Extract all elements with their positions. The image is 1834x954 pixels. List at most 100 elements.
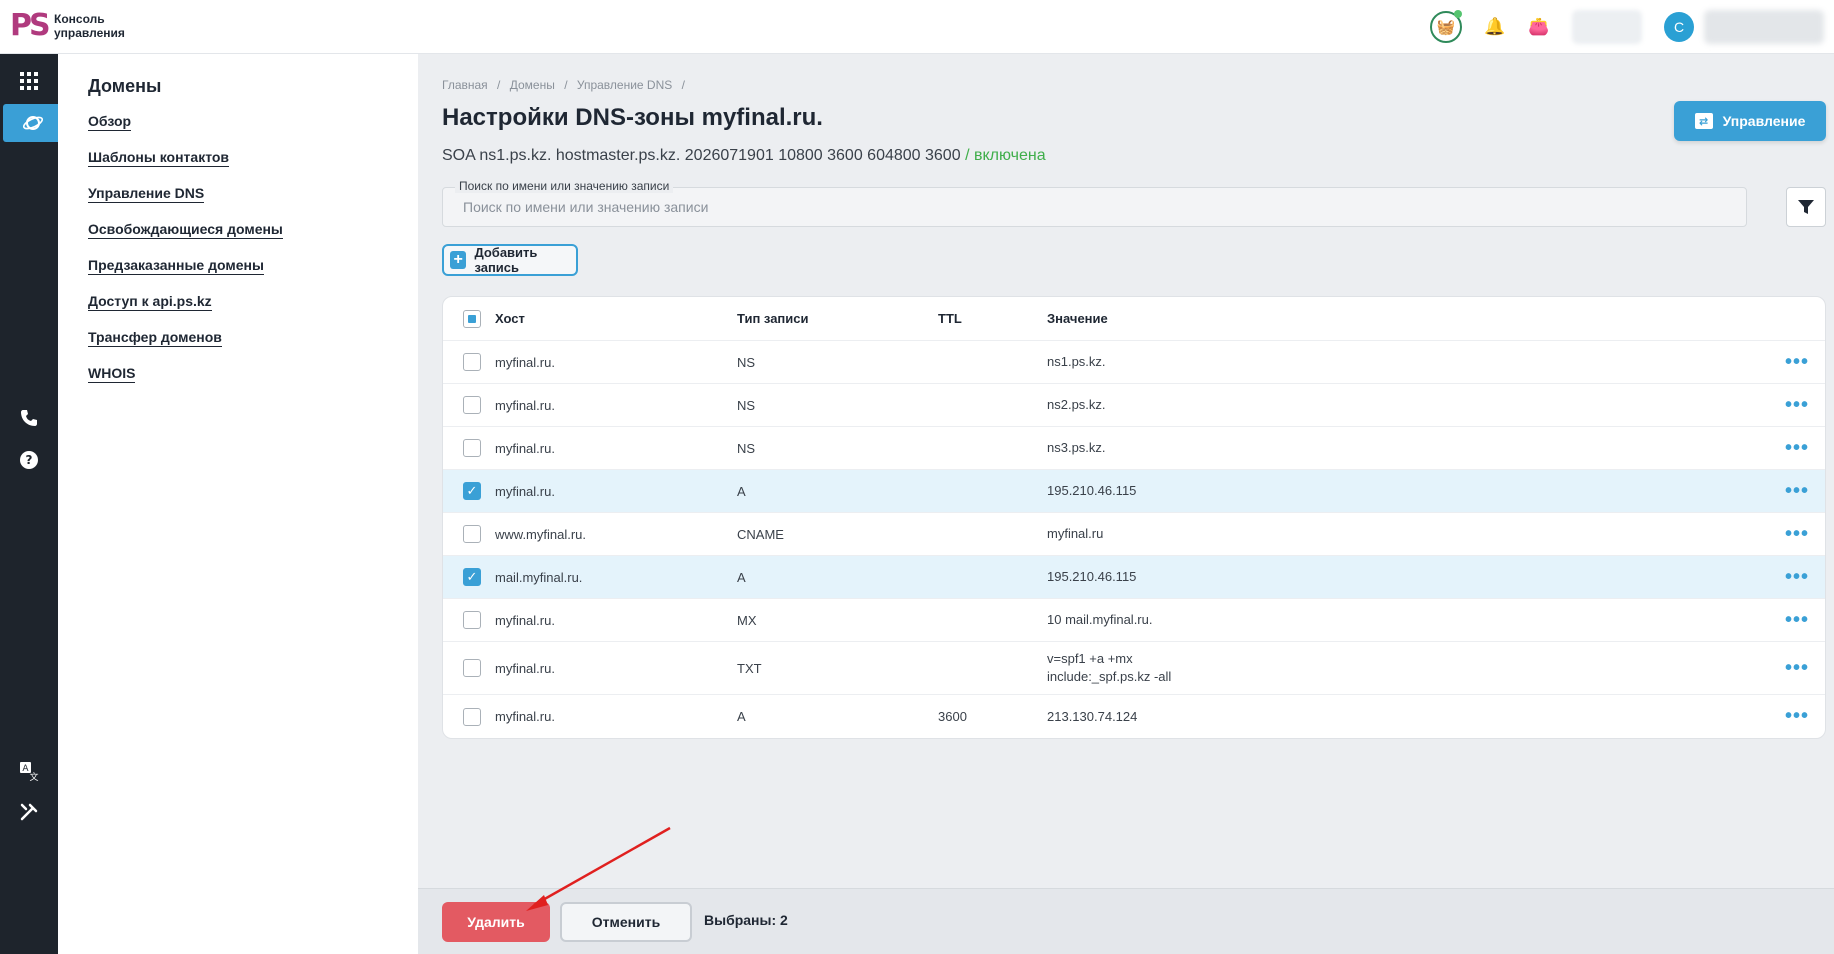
table-row[interactable]: myfinal.ru. NS ns3.ps.kz. •••: [443, 427, 1825, 470]
cell-host: myfinal.ru.: [495, 397, 555, 413]
help-icon[interactable]: ?: [0, 438, 58, 482]
sidebar-item-api-access[interactable]: Доступ к api.ps.kz: [88, 293, 212, 311]
cell-host: myfinal.ru.: [495, 709, 555, 724]
cell-type: NS: [737, 397, 756, 413]
row-checkbox[interactable]: [463, 611, 481, 629]
cell-type: A: [737, 709, 746, 724]
row-menu-icon[interactable]: •••: [1785, 341, 1809, 383]
row-checkbox[interactable]: ✓: [463, 568, 481, 586]
row-checkbox[interactable]: ✓: [463, 482, 481, 500]
selected-count: Выбраны: 2: [704, 912, 788, 928]
cell-value: myfinal.ru: [1047, 526, 1104, 541]
cancel-button[interactable]: Отменить: [560, 902, 692, 942]
breadcrumb: Главная / Домены / Управление DNS /: [442, 78, 691, 92]
sidebar-item-expiring-domains[interactable]: Освобождающиеся домены: [88, 221, 283, 239]
row-menu-icon[interactable]: •••: [1785, 695, 1809, 738]
sidebar-item-preordered-domains[interactable]: Предзаказанные домены: [88, 257, 264, 275]
table-row[interactable]: myfinal.ru. NS ns2.ps.kz. •••: [443, 384, 1825, 427]
tools-icon[interactable]: [0, 790, 58, 834]
cell-value: v=spf1 +a +mx include:_spf.ps.kz -all: [1047, 651, 1172, 684]
breadcrumb-domains[interactable]: Домены: [510, 78, 555, 92]
delete-button[interactable]: Удалить: [442, 902, 550, 942]
soa-status: включена: [973, 147, 1046, 164]
row-menu-icon[interactable]: •••: [1785, 427, 1809, 469]
svg-text:文: 文: [29, 771, 38, 781]
top-bar: PS Консоль управления 🧺 🔔 👛 С: [0, 0, 1834, 54]
row-checkbox[interactable]: [463, 396, 481, 414]
wallet-icon[interactable]: 👛: [1528, 16, 1550, 38]
sidebar-item-contact-templates[interactable]: Шаблоны контактов: [88, 149, 230, 167]
breadcrumb-sep: /: [681, 78, 685, 92]
cell-host: myfinal.ru.: [495, 440, 555, 456]
table-row[interactable]: myfinal.ru. NS ns1.ps.kz. •••: [443, 341, 1825, 384]
manage-button[interactable]: ⇄ Управление: [1674, 101, 1826, 141]
cell-type: A: [737, 483, 746, 499]
side-menu: Домены Обзор Шаблоны контактов Управлени…: [58, 54, 418, 954]
cell-value: 213.130.74.124: [1047, 708, 1138, 724]
select-all-checkbox[interactable]: [463, 309, 481, 328]
add-record-button[interactable]: + Добавить запись: [442, 244, 578, 276]
row-menu-icon[interactable]: •••: [1785, 470, 1809, 512]
dns-records-table: Хост Тип записи TTL Значение myfinal.ru.…: [442, 296, 1826, 739]
cell-host: myfinal.ru.: [495, 483, 555, 499]
row-checkbox[interactable]: [463, 353, 481, 371]
breadcrumb-dns[interactable]: Управление DNS: [577, 78, 672, 92]
row-checkbox[interactable]: [463, 659, 481, 677]
bell-icon[interactable]: 🔔: [1484, 16, 1506, 38]
cell-value: ns3.ps.kz.: [1047, 440, 1106, 455]
cart-icon[interactable]: 🧺: [1430, 10, 1462, 43]
table-row[interactable]: myfinal.ru. TXT v=spf1 +a +mx include:_spf…: [443, 642, 1825, 695]
sidebar-item-whois[interactable]: WHOIS: [88, 365, 136, 383]
phone-icon[interactable]: [0, 396, 58, 440]
add-record-label: Добавить запись: [474, 245, 538, 275]
language-icon[interactable]: A文: [0, 749, 58, 793]
cell-value: ns1.ps.kz.: [1047, 354, 1106, 369]
sliders-icon: ⇄: [1694, 113, 1713, 129]
search-field: Поиск по имени или значению записи: [442, 179, 1747, 227]
row-checkbox[interactable]: [463, 525, 481, 543]
balance-blurred: [1572, 10, 1642, 44]
row-menu-icon[interactable]: •••: [1785, 513, 1809, 555]
cell-type: A: [737, 569, 746, 585]
sidebar-item-dns-management[interactable]: Управление DNS: [88, 185, 205, 203]
cell-type: TXT: [737, 660, 762, 676]
row-menu-icon[interactable]: •••: [1785, 599, 1809, 641]
header-ttl: TTL: [938, 311, 962, 326]
cell-value: 195.210.46.115: [1047, 483, 1137, 498]
manage-button-label: Управление: [1722, 113, 1806, 129]
apps-grid-icon[interactable]: [0, 59, 58, 103]
table-row[interactable]: www.myfinal.ru. CNAME myfinal.ru •••: [443, 513, 1825, 556]
main-content: Главная / Домены / Управление DNS / Наст…: [418, 54, 1834, 954]
row-menu-icon[interactable]: •••: [1785, 642, 1809, 694]
avatar[interactable]: С: [1664, 12, 1694, 42]
table-row[interactable]: ✓ mail.myfinal.ru. A 195.210.46.115 •••: [443, 556, 1825, 599]
row-checkbox[interactable]: [463, 707, 481, 726]
cell-host: myfinal.ru.: [495, 612, 555, 628]
left-rail: ? A文: [0, 54, 62, 954]
row-checkbox[interactable]: [463, 439, 481, 457]
row-menu-icon[interactable]: •••: [1785, 556, 1809, 598]
logo[interactable]: PS Консоль управления: [10, 10, 144, 42]
cell-type: NS: [737, 440, 756, 456]
username-blurred[interactable]: [1704, 10, 1824, 44]
svg-text:A: A: [22, 764, 29, 774]
plus-icon: +: [450, 251, 467, 269]
soa-sep: /: [965, 147, 970, 164]
cell-host: mail.myfinal.ru.: [495, 569, 583, 585]
table-row[interactable]: myfinal.ru. A 3600 213.130.74.124 •••: [443, 695, 1825, 738]
breadcrumb-home[interactable]: Главная: [442, 78, 488, 92]
row-menu-icon[interactable]: •••: [1785, 384, 1809, 426]
domains-planet-icon[interactable]: [3, 104, 62, 142]
selection-action-bar: Удалить Отменить Выбраны: 2: [418, 888, 1834, 954]
sidebar-item-domain-transfer[interactable]: Трансфер доменов: [88, 329, 222, 347]
sidebar-item-overview[interactable]: Обзор: [88, 113, 132, 131]
table-header: Хост Тип записи TTL Значение: [443, 297, 1825, 341]
table-row[interactable]: ✓ myfinal.ru. A 195.210.46.115 •••: [443, 470, 1825, 513]
search-input[interactable]: [443, 188, 1746, 226]
table-row[interactable]: myfinal.ru. MX 10 mail.myfinal.ru. •••: [443, 599, 1825, 642]
cart-badge-dot: [1454, 10, 1462, 18]
filter-icon[interactable]: [1786, 187, 1826, 227]
header-type: Тип записи: [737, 311, 809, 326]
logo-text: Консоль управления: [54, 12, 125, 40]
cell-value: 10 mail.myfinal.ru.: [1047, 612, 1153, 627]
